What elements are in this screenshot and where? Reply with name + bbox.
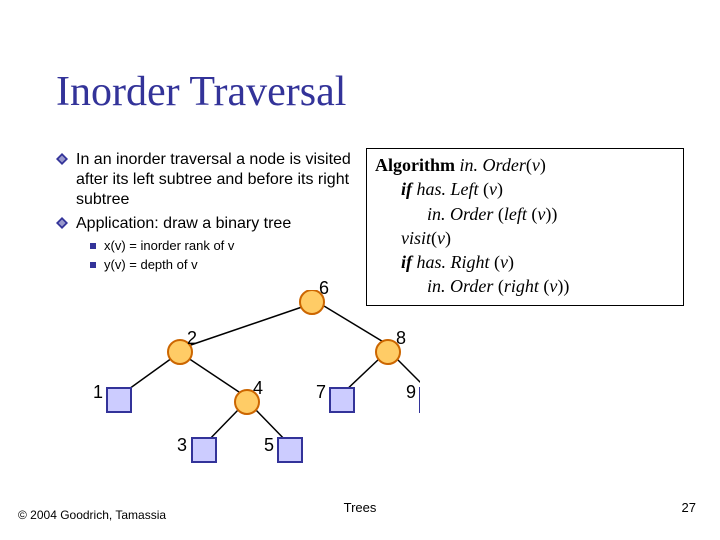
algo-arg: v — [532, 155, 540, 175]
tree-node-label: 1 — [93, 382, 103, 403]
sub-bullet-1-text: x(v) = inorder rank of v — [104, 238, 234, 255]
sub-bullet-1: x(v) = inorder rank of v — [90, 238, 361, 255]
algo-fn: in. Order — [460, 155, 526, 175]
algo-fn: visit — [401, 228, 431, 248]
diamond-bullet-icon — [56, 217, 68, 229]
algo-fn: left — [504, 204, 527, 224]
sub-bullet-2-text: y(v) = depth of v — [104, 257, 198, 274]
tree-node-label: 6 — [319, 278, 329, 299]
algo-line-6: in. Order (right (v)) — [375, 274, 675, 298]
algo-line-3: in. Order (left (v)) — [375, 202, 675, 226]
bullet-2: Application: draw a binary tree — [56, 214, 361, 234]
square-bullet-icon — [90, 262, 96, 268]
algo-kw: if — [401, 252, 412, 272]
algo-arg: v — [500, 252, 508, 272]
algo-line-2: if has. Left (v) — [375, 177, 675, 201]
algorithm-box: Algorithm in. Order(v) if has. Left (v) … — [366, 148, 684, 306]
tree-node-label: 2 — [187, 328, 197, 349]
algo-line-5: if has. Right (v) — [375, 250, 675, 274]
tree-node-label: 8 — [396, 328, 406, 349]
algo-fn: in. Order — [427, 204, 493, 224]
algo-line-4: visit(v) — [375, 226, 675, 250]
slide-title: Inorder Traversal — [56, 68, 346, 116]
left-column: In an inorder traversal a node is visite… — [56, 150, 361, 276]
algo-arg: v — [489, 179, 497, 199]
algo-kw: if — [401, 179, 412, 199]
tree-node-label: 4 — [253, 378, 263, 399]
tree-node-label: 5 — [264, 435, 274, 456]
tree-node-label: 7 — [316, 382, 326, 403]
bullet-1: In an inorder traversal a node is visite… — [56, 150, 361, 210]
tree-node-label: 3 — [177, 435, 187, 456]
footer-center: Trees — [0, 500, 720, 515]
tree-diagram: 6 2 8 1 4 7 9 3 5 — [80, 290, 410, 480]
algo-line-1: Algorithm in. Order(v) — [375, 153, 675, 177]
algo-fn: has. Right — [417, 252, 490, 272]
footer-page-number: 27 — [682, 500, 696, 515]
algo-fn: in. Order — [427, 276, 493, 296]
bullet-2-text: Application: draw a binary tree — [76, 214, 291, 234]
bullet-1-text: In an inorder traversal a node is visite… — [76, 150, 361, 210]
algo-arg: v — [437, 228, 445, 248]
tree-svg — [80, 290, 420, 490]
algo-fn: right — [504, 276, 539, 296]
tree-node-label: 9 — [406, 382, 416, 403]
algo-fn: has. Left — [417, 179, 479, 199]
sub-bullet-2: y(v) = depth of v — [90, 257, 361, 274]
algo-kw: Algorithm — [375, 155, 455, 175]
square-bullet-icon — [90, 243, 96, 249]
diamond-bullet-icon — [56, 153, 68, 165]
